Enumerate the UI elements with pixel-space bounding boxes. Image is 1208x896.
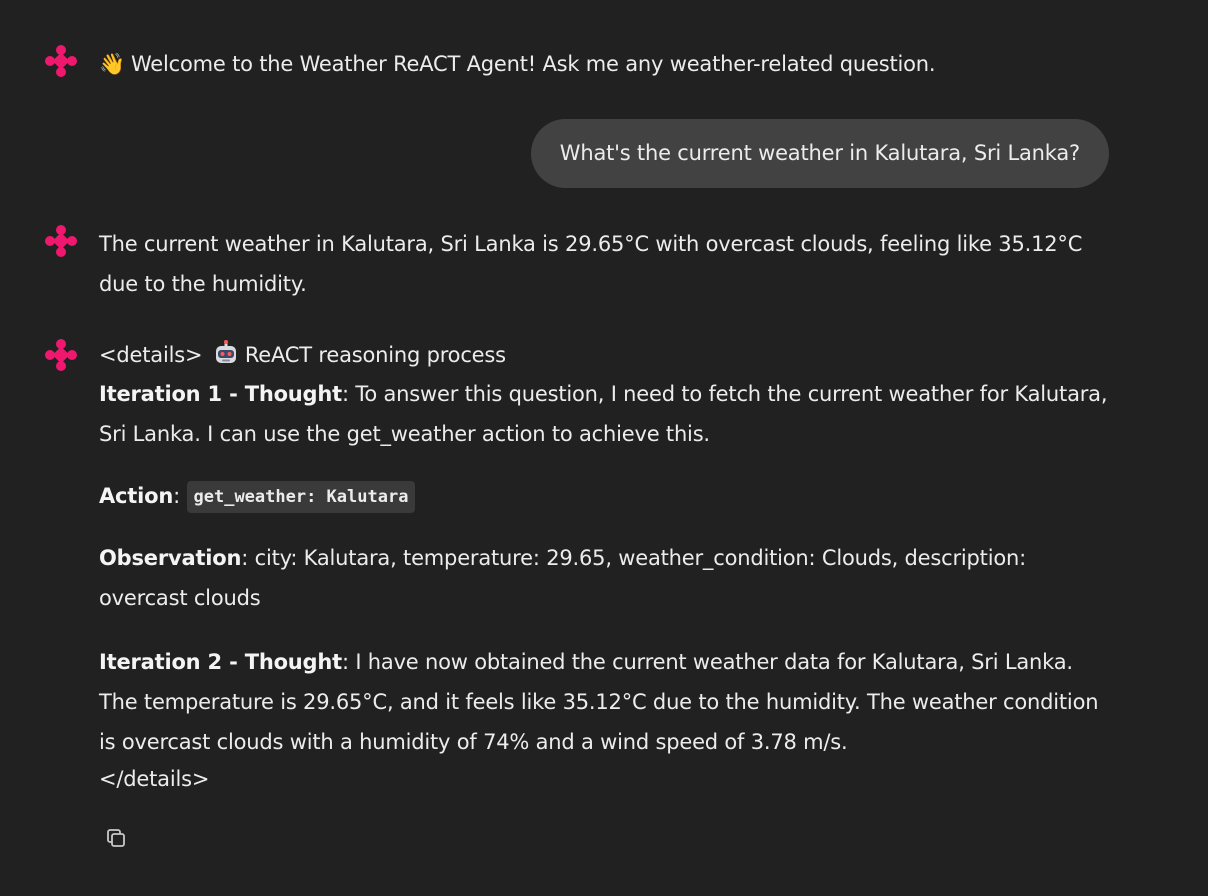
iteration-2-label: Iteration 2 - Thought [99,650,342,674]
reasoning-header: <details> ReACT reasoning process [99,336,1109,374]
copy-button[interactable] [101,823,131,853]
reasoning-title: ReACT reasoning process [244,343,506,367]
observation-line: Observation: city: Kalutara, temperature… [99,546,1026,610]
waving-hand-icon: 👋 [99,52,125,76]
observation-label: Observation [99,546,242,570]
iteration-1: Iteration 1 - Thought: To answer this qu… [99,382,1108,446]
agent-logo-icon [44,338,78,372]
copy-icon [107,829,125,847]
welcome-text: 👋 Welcome to the Weather ReACT Agent! Ask… [99,44,1109,84]
user-message-bubble: What's the current weather in Kalutara, … [530,119,1109,188]
action-label: Action [99,484,174,508]
action-code: get_weather: Kalutara [186,481,416,513]
iteration-2: Iteration 2 - Thought: I have now obtain… [99,650,1099,754]
agent-logo-icon [44,44,78,78]
answer-text: The current weather in Kalutara, Sri Lan… [99,232,1083,296]
agent-logo-icon [44,224,78,258]
robot-icon [213,340,239,366]
details-close-tag: </details> [99,767,210,791]
details-open-tag: <details> [99,343,203,367]
iteration-1-label: Iteration 1 - Thought [99,382,342,406]
action-line: Action: get_weather: Kalutara [99,476,1109,516]
